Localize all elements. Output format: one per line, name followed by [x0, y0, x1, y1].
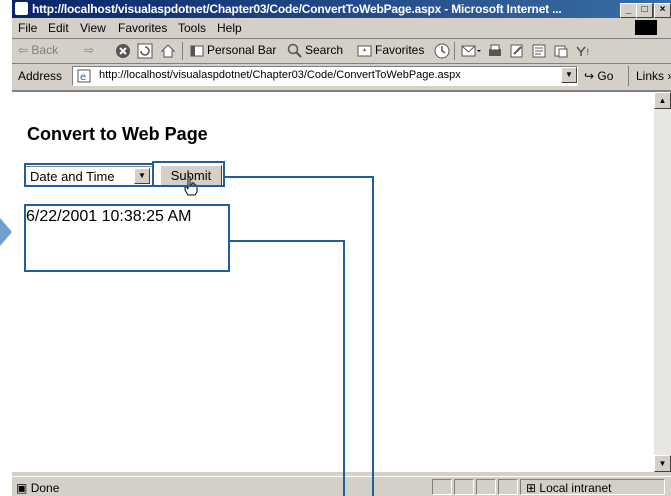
address-input[interactable]: e http://localhost/visualaspdotnet/Chapt… [72, 66, 578, 86]
callout-line [230, 240, 344, 242]
page-icon: e [77, 69, 91, 83]
mail-icon[interactable] [461, 43, 481, 59]
svg-text:!: ! [586, 48, 590, 58]
scroll-up-icon[interactable]: ▲ [654, 92, 671, 109]
back-button[interactable]: ⇦ Back [18, 43, 58, 57]
intranet-icon: ⊞ [526, 481, 537, 495]
callout-highlight-output [24, 204, 230, 272]
minimize-button[interactable]: _ [620, 3, 637, 18]
callout-highlight-select [24, 163, 154, 187]
history-icon[interactable] [434, 43, 450, 59]
scroll-down-icon[interactable]: ▼ [654, 455, 671, 472]
menu-help[interactable]: Help [217, 21, 242, 35]
go-button[interactable]: ↪ Go [584, 69, 613, 83]
callout-highlight-submit [152, 161, 225, 187]
discuss-icon[interactable] [531, 43, 547, 59]
svg-text:e: e [80, 72, 86, 83]
favorites-button[interactable]: Favorites [375, 43, 424, 57]
address-dropdown-icon[interactable]: ▼ [561, 67, 577, 83]
zone-label: Local intranet [539, 481, 612, 495]
toolbar-separator [182, 42, 183, 60]
go-label: Go [597, 69, 614, 83]
go-arrow-icon: ↪ [584, 69, 595, 83]
search-button[interactable]: Search [305, 43, 343, 57]
address-url: http://localhost/visualaspdotnet/Chapter… [99, 69, 461, 81]
menu-file[interactable]: File [18, 21, 37, 35]
security-zone: ⊞ Local intranet [526, 481, 611, 495]
messenger-icon[interactable] [553, 43, 569, 59]
vertical-scrollbar[interactable]: ▲ ▼ [654, 92, 671, 472]
status-pane [498, 479, 518, 495]
menu-bar: File Edit View Favorites Tools Help [12, 18, 671, 39]
search-icon [287, 43, 302, 58]
status-label: Done [30, 481, 60, 495]
callout-pointer [0, 218, 12, 246]
menu-favorites[interactable]: Favorites [118, 21, 167, 35]
address-label: Address [18, 69, 63, 83]
home-icon[interactable] [160, 43, 176, 59]
windows-logo-icon [635, 20, 657, 35]
links-button[interactable]: Links » [636, 69, 671, 83]
ie-icon [15, 2, 28, 15]
edit-icon[interactable] [509, 43, 525, 59]
status-pane [454, 479, 474, 495]
personal-bar-icon [190, 45, 204, 57]
page-done-icon: ▣ [16, 481, 28, 495]
toolbar-separator [454, 42, 455, 60]
page-content: Convert to Web Page Date and Time ▼ Subm… [12, 90, 671, 472]
callout-line [225, 176, 373, 178]
status-pane [432, 479, 452, 495]
title-bar: http://localhost/visualaspdotnet/Chapter… [12, 0, 671, 18]
personal-bar-button[interactable]: Personal Bar [207, 43, 276, 57]
favorites-icon [357, 45, 372, 57]
forward-button[interactable]: ⇨ [84, 43, 94, 57]
window-title: http://localhost/visualaspdotnet/Chapter… [32, 2, 562, 16]
maximize-button[interactable]: □ [636, 3, 653, 18]
address-bar: Address e http://localhost/visualaspdotn… [12, 64, 671, 88]
address-separator [628, 66, 629, 86]
menu-edit[interactable]: Edit [48, 21, 69, 35]
standard-toolbar: ⇦ Back ⇨ Personal Bar Search Favorites ! [12, 39, 671, 64]
close-button[interactable]: × [654, 3, 671, 18]
yahoo-icon[interactable]: ! [575, 43, 593, 59]
status-pane [476, 479, 496, 495]
callout-line [343, 240, 345, 496]
refresh-icon[interactable] [137, 43, 153, 59]
menu-view[interactable]: View [80, 21, 106, 35]
print-icon[interactable] [487, 43, 503, 59]
status-text: ▣ Done [16, 481, 59, 495]
menu-tools[interactable]: Tools [178, 21, 206, 35]
page-title: Convert to Web Page [27, 124, 208, 144]
stop-icon[interactable] [115, 43, 131, 59]
callout-line [372, 176, 374, 496]
status-bar: ▣ Done ⊞ Local intranet [12, 476, 671, 496]
